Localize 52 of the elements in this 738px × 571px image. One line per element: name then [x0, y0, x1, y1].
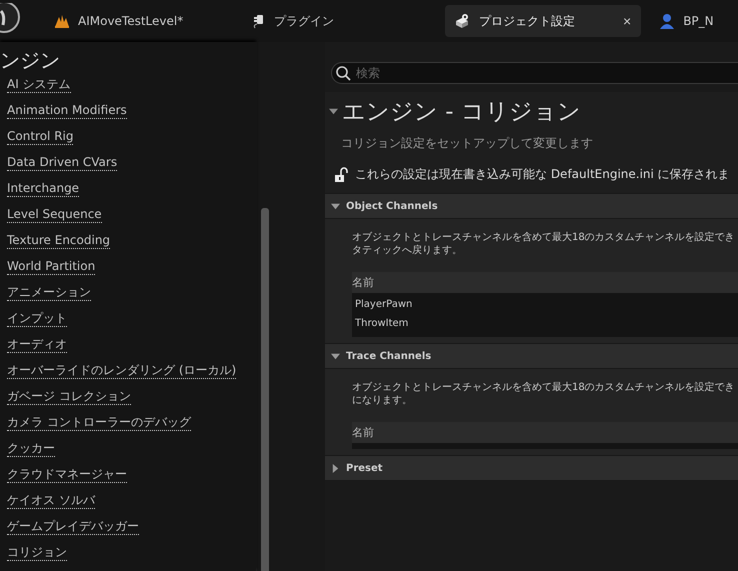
category-link[interactable]: Animation Modifiers [7, 102, 127, 119]
category-link[interactable]: オーディオ [7, 336, 67, 353]
category-link[interactable]: AI システム [7, 76, 71, 93]
notice-text: これらの設定は現在書き込み可能な DefaultEngine.ini に保存されま [355, 166, 730, 183]
category-link[interactable]: アニメーション [7, 284, 91, 301]
collapse-arrow-icon[interactable] [329, 107, 338, 116]
category-link[interactable]: ケイオス ソルバ [7, 492, 95, 509]
tab[interactable]: AIMoveTestLevel* [44, 5, 240, 37]
collapse-arrow-icon[interactable] [331, 352, 340, 360]
table-cell[interactable]: ThrowItem [352, 314, 738, 333]
category-link[interactable]: クッカー [7, 440, 55, 457]
section-header[interactable]: Object Channels [325, 193, 738, 219]
table-cell[interactable]: PlayerPawn [352, 295, 738, 314]
category-link[interactable]: ゲームプレイデバッガー [7, 518, 139, 535]
collapse-arrow-icon[interactable] [331, 202, 340, 210]
category-link[interactable]: クラウドマネージャー [7, 466, 127, 483]
category-link[interactable]: オーバーライドのレンダリング (ローカル) [7, 362, 236, 379]
scrollbar-thumb[interactable] [261, 208, 269, 571]
category-link[interactable]: Control Rig [7, 128, 74, 145]
category-link[interactable]: World Partition [7, 258, 96, 275]
help-text: オブジェクトとトレースチャンネルを含めて最大18のカスタムチャンネルを設定でき [352, 381, 736, 394]
column-header: 名前 [352, 272, 738, 293]
tab[interactable]: BP_N [649, 5, 724, 37]
category-link[interactable]: ガベージ コレクション [7, 388, 131, 405]
page-title: エンジン - コリジョン [342, 98, 581, 127]
unlock-icon [333, 166, 349, 182]
section-heading: ンジン [0, 47, 61, 74]
section-title: Trace Channels [346, 350, 432, 362]
expand-arrow-icon[interactable] [331, 464, 340, 472]
section-header[interactable]: Preset [325, 455, 738, 481]
category-link[interactable]: Data Driven CVars [7, 154, 118, 171]
tab[interactable]: プロジェクト設定 × [445, 5, 642, 37]
help-text: タティックへ戻ります。 [352, 244, 463, 257]
page-description: コリジョン設定をセットアップして変更します [340, 135, 594, 152]
person-icon [659, 13, 676, 29]
category-link[interactable]: Texture Encoding [7, 232, 110, 249]
help-text: になります。 [352, 394, 413, 407]
category-link[interactable]: Interchange [7, 180, 80, 197]
column-header: 名前 [352, 422, 738, 443]
help-text: オブジェクトとトレースチャンネルを含めて最大18のカスタムチャンネルを設定でき [352, 231, 736, 244]
section-header[interactable]: Trace Channels [325, 343, 738, 369]
level-icon [54, 13, 70, 29]
category-link[interactable]: コリジョン [7, 544, 67, 561]
category-link[interactable]: Level Sequence [7, 206, 102, 223]
category-link[interactable]: カメラ コントローラーのデバッグ [7, 414, 191, 431]
section-title: Preset [346, 462, 383, 474]
section-title: Object Channels [346, 200, 438, 212]
settings-icon [455, 13, 471, 29]
tab[interactable]: プラグイン [240, 5, 445, 37]
category-link[interactable]: インプット [7, 310, 67, 327]
close-button[interactable]: × [623, 13, 632, 29]
search-field[interactable]: 検索 [331, 62, 738, 84]
